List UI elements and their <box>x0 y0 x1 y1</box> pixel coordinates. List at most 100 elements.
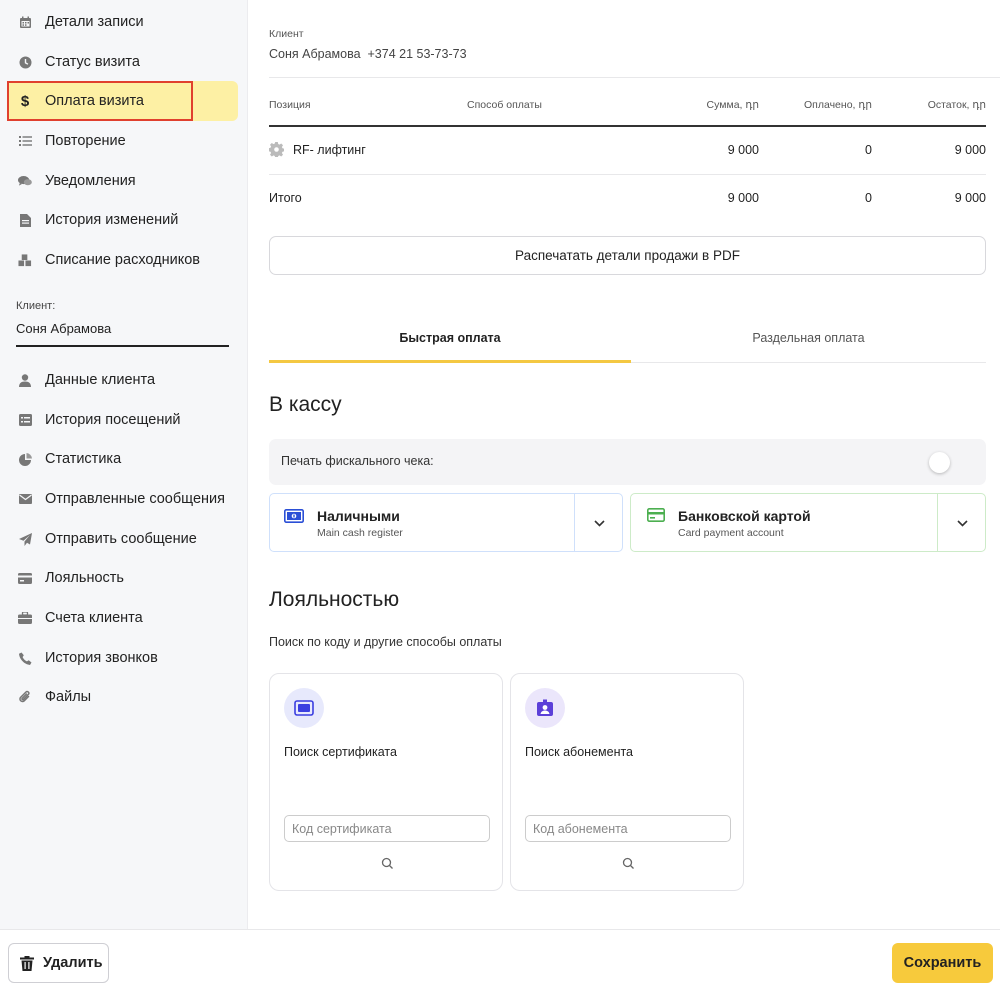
card-payment-subtitle: Card payment account <box>678 527 784 539</box>
sidebar-item-label: Отправленные сообщения <box>45 491 225 507</box>
clock-icon <box>18 55 32 69</box>
total-label: Итого <box>269 191 302 205</box>
loyalty-subtitle: Поиск по коду и другие способы оплаты <box>269 635 502 649</box>
membership-search-title: Поиск абонемента <box>525 745 634 759</box>
delete-button[interactable]: Удалить <box>8 943 109 983</box>
main-content: Клиент Соня Абрамова +374 21 53-73-73 По… <box>249 0 1000 929</box>
chevron-down-icon[interactable] <box>590 514 608 532</box>
sidebar-item-label: Статус визита <box>45 54 140 70</box>
sidebar-item-payment[interactable]: $ Оплата визита <box>8 81 238 121</box>
certificate-icon <box>284 688 324 728</box>
gear-icon <box>268 142 285 158</box>
sidebar-item-send-message[interactable]: Отправить сообщение <box>8 519 238 559</box>
card-payment-card[interactable]: Банковской картой Card payment account <box>630 493 986 552</box>
membership-code-input[interactable] <box>525 815 731 842</box>
document-icon <box>18 213 32 227</box>
certificate-search-card: Поиск сертификата <box>269 673 503 891</box>
save-button[interactable]: Сохранить <box>892 943 993 983</box>
sidebar-item-label: Уведомления <box>45 173 136 189</box>
sidebar-item-details[interactable]: Детали записи <box>8 2 238 42</box>
sidebar-item-history[interactable]: История изменений <box>8 200 238 240</box>
total-remaining: 9 000 <box>954 191 986 205</box>
trash-icon <box>20 955 34 971</box>
client-info: Соня Абрамова +374 21 53-73-73 <box>269 47 467 61</box>
sidebar-item-label: Отправить сообщение <box>45 531 197 547</box>
row-sum: 9 000 <box>727 143 759 157</box>
tab-quick-payment[interactable]: Быстрая оплата <box>269 312 631 364</box>
total-sum: 9 000 <box>727 191 759 205</box>
pie-chart-icon <box>18 452 32 466</box>
delete-button-label: Удалить <box>43 955 103 971</box>
sidebar-item-consumables[interactable]: Списание расходников <box>8 240 238 280</box>
active-tab-indicator <box>269 360 631 363</box>
calendar-icon <box>18 15 32 29</box>
row-paid: 0 <box>865 143 872 157</box>
envelope-icon <box>18 492 32 506</box>
row-position: RF- лифтинг <box>293 143 366 157</box>
dollar-icon: $ <box>20 92 30 110</box>
cubes-icon <box>18 253 32 267</box>
divider <box>269 77 1000 78</box>
cash-payment-title: Наличными <box>317 508 400 524</box>
sidebar-item-accounts[interactable]: Счета клиента <box>8 598 238 638</box>
sidebar: Детали записи Статус визита $ Оплата виз… <box>0 0 248 929</box>
divider <box>269 174 986 175</box>
client-name-main[interactable]: Соня Абрамова <box>269 47 361 61</box>
user-icon <box>18 373 32 387</box>
sidebar-item-label: Данные клиента <box>45 372 156 388</box>
client-section-label: Клиент <box>269 28 304 40</box>
sidebar-item-status[interactable]: Статус визита <box>8 42 238 82</box>
sidebar-item-label: Статистика <box>45 451 122 467</box>
membership-search-card: Поиск абонемента <box>510 673 744 891</box>
sidebar-item-visits[interactable]: История посещений <box>8 400 238 440</box>
col-header-remaining: Остаток, դր <box>927 99 986 111</box>
certificate-code-input[interactable] <box>284 815 490 842</box>
client-phone[interactable]: +374 21 53-73-73 <box>367 47 466 61</box>
sidebar-item-statistics[interactable]: Статистика <box>8 439 238 479</box>
sidebar-item-client-data[interactable]: Данные клиента <box>8 360 238 400</box>
sidebar-item-sent-messages[interactable]: Отправленные сообщения <box>8 479 238 519</box>
client-name[interactable]: Соня Абрамова <box>16 321 111 336</box>
search-icon[interactable] <box>622 857 635 870</box>
sidebar-item-label: История посещений <box>45 412 181 428</box>
chevron-down-icon[interactable] <box>953 514 971 532</box>
print-pdf-button[interactable]: Распечатать детали продажи в PDF <box>269 236 986 275</box>
fiscal-receipt-row: Печать фискального чека: <box>269 439 986 485</box>
chat-icon <box>18 174 32 188</box>
sidebar-item-repeat[interactable]: Повторение <box>8 121 238 161</box>
col-header-method: Способ оплаты <box>467 99 542 111</box>
credit-card-icon <box>18 571 32 585</box>
loyalty-section-title: Лояльностью <box>269 588 400 611</box>
col-header-sum: Сумма, դր <box>706 99 759 111</box>
sidebar-item-files[interactable]: Файлы <box>8 677 238 717</box>
sidebar-item-calls[interactable]: История звонков <box>8 638 238 678</box>
table-header-divider <box>269 125 986 127</box>
search-icon[interactable] <box>381 857 394 870</box>
fiscal-receipt-label: Печать фискального чека: <box>281 454 434 468</box>
footer-bar: Удалить Сохранить <box>0 929 1000 994</box>
bank-card-icon <box>647 508 665 522</box>
divider <box>573 494 575 551</box>
sidebar-item-notifications[interactable]: Уведомления <box>8 161 238 201</box>
phone-icon <box>18 651 32 665</box>
cash-payment-subtitle: Main cash register <box>317 527 403 539</box>
sidebar-item-label: Файлы <box>45 689 92 705</box>
briefcase-icon <box>18 611 32 625</box>
sidebar-item-label: История изменений <box>45 212 179 228</box>
certificate-search-title: Поиск сертификата <box>284 745 397 759</box>
sidebar-item-label: Оплата визита <box>45 93 145 109</box>
cash-section-title: В кассу <box>269 393 342 416</box>
col-header-paid: Оплачено, դր <box>804 99 872 111</box>
row-remaining: 9 000 <box>954 143 986 157</box>
paper-plane-icon <box>18 532 32 546</box>
client-label: Клиент: <box>16 300 56 312</box>
sidebar-item-label: История звонков <box>45 650 158 666</box>
cash-payment-card[interactable]: Наличными Main cash register <box>269 493 623 552</box>
history-list-icon <box>18 413 32 427</box>
client-divider <box>16 345 229 347</box>
fiscal-receipt-toggle[interactable] <box>929 452 950 473</box>
tab-split-payment[interactable]: Раздельная оплата <box>631 312 986 364</box>
list-icon <box>18 134 32 148</box>
sidebar-item-label: Детали записи <box>45 14 144 30</box>
sidebar-item-loyalty[interactable]: Лояльность <box>8 558 238 598</box>
